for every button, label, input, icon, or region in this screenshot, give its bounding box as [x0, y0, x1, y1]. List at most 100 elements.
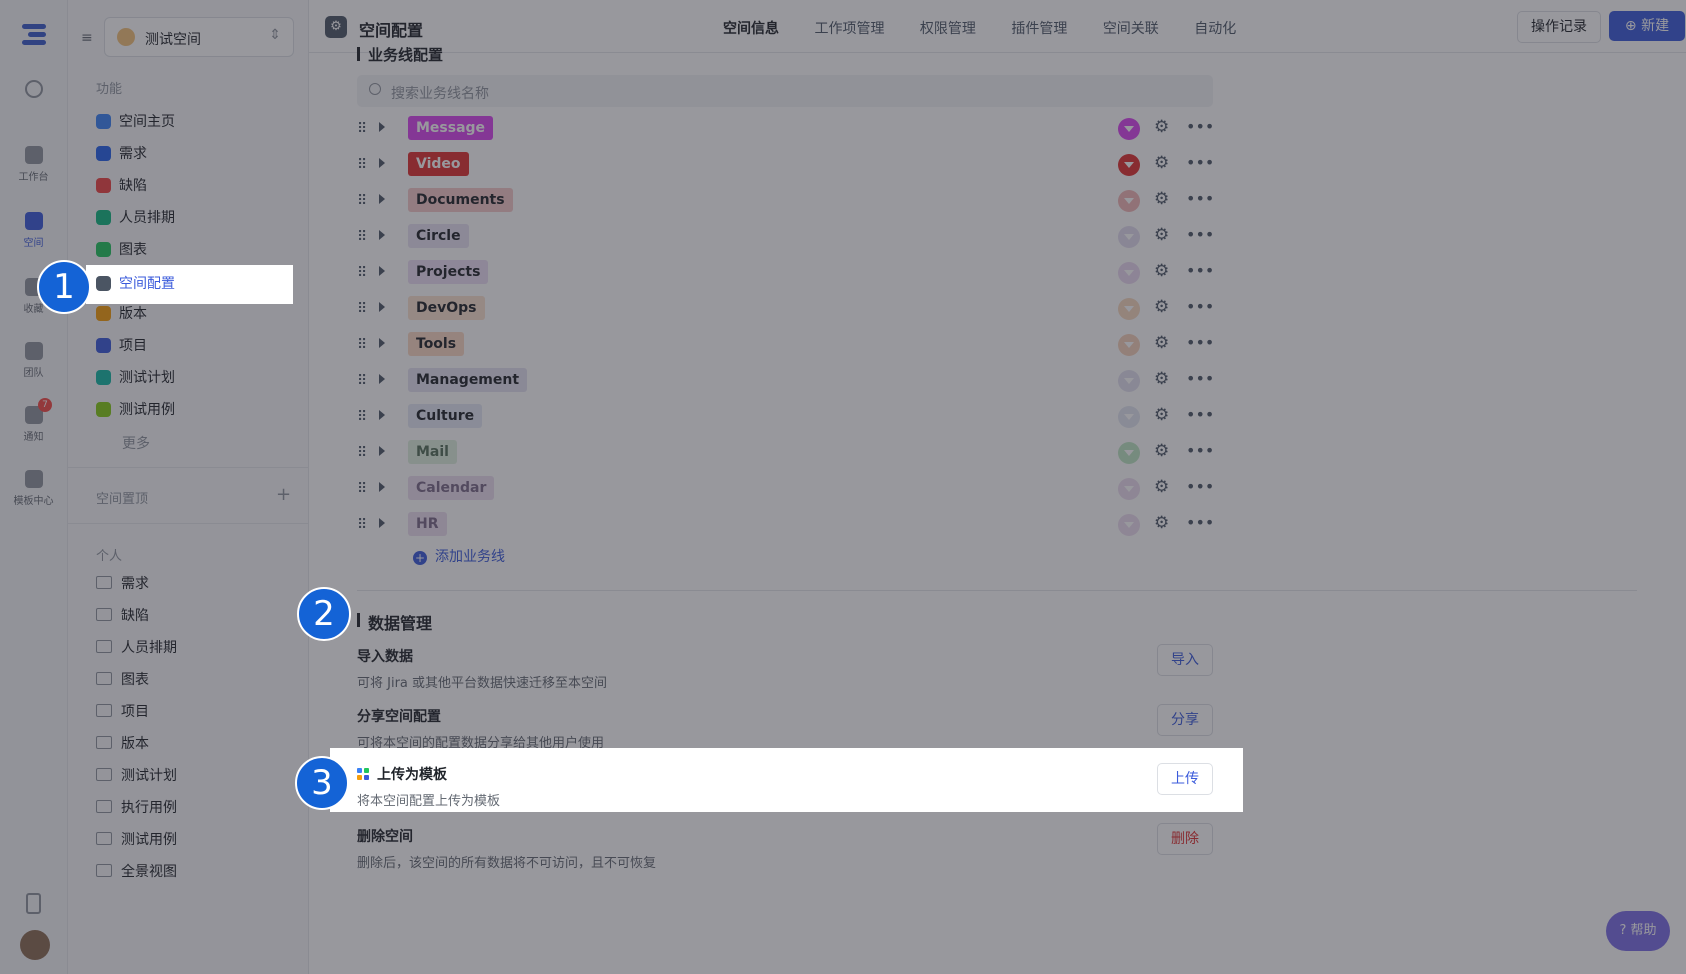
- expand-icon[interactable]: [379, 230, 385, 240]
- tab-space-info[interactable]: 空间信息: [723, 21, 779, 37]
- expand-icon[interactable]: [379, 158, 385, 168]
- more-icon[interactable]: •••: [1186, 405, 1214, 424]
- color-picker-icon[interactable]: [1118, 262, 1140, 284]
- personal-item[interactable]: 图表: [96, 668, 149, 692]
- drag-handle-icon[interactable]: ⠿: [357, 121, 367, 137]
- drag-handle-icon[interactable]: ⠿: [357, 481, 367, 497]
- drag-handle-icon[interactable]: ⠿: [357, 337, 367, 353]
- nav-space-home[interactable]: 空间主页: [96, 110, 175, 134]
- expand-icon[interactable]: [379, 122, 385, 132]
- business-line-row[interactable]: ⠿ Calendar ⚙ •••: [357, 472, 1217, 506]
- more-icon[interactable]: •••: [1186, 441, 1214, 460]
- gear-icon[interactable]: ⚙: [1154, 477, 1169, 497]
- nav-projects[interactable]: 项目: [96, 334, 147, 358]
- color-picker-icon[interactable]: [1118, 370, 1140, 392]
- more-icon[interactable]: •••: [1186, 297, 1214, 316]
- business-line-row[interactable]: ⠿ Tools ⚙ •••: [357, 328, 1217, 362]
- nav-charts[interactable]: 图表: [96, 238, 147, 262]
- more-icon[interactable]: •••: [1186, 513, 1214, 532]
- expand-icon[interactable]: [379, 410, 385, 420]
- gear-icon[interactable]: ⚙: [1154, 369, 1169, 389]
- personal-item[interactable]: 需求: [96, 572, 149, 596]
- personal-item[interactable]: 全景视图: [96, 860, 177, 884]
- import-button[interactable]: 导入: [1157, 644, 1213, 676]
- color-picker-icon[interactable]: [1118, 226, 1140, 248]
- nav-test-cases[interactable]: 测试用例: [96, 398, 175, 422]
- business-line-row[interactable]: ⠿ Message ⚙ •••: [357, 112, 1217, 146]
- gear-icon[interactable]: ⚙: [1154, 225, 1169, 245]
- color-picker-icon[interactable]: [1118, 514, 1140, 536]
- nav-defects[interactable]: 缺陷: [96, 174, 147, 198]
- more-icon[interactable]: •••: [1186, 333, 1214, 352]
- color-picker-icon[interactable]: [1118, 190, 1140, 212]
- expand-icon[interactable]: [379, 338, 385, 348]
- expand-icon[interactable]: [379, 266, 385, 276]
- more-icon[interactable]: •••: [1186, 153, 1214, 172]
- tab-permissions[interactable]: 权限管理: [920, 21, 976, 37]
- more-icon[interactable]: •••: [1186, 477, 1214, 496]
- nav-scheduling[interactable]: 人员排期: [96, 206, 175, 230]
- upload-button[interactable]: 上传: [1157, 763, 1213, 795]
- color-picker-icon[interactable]: [1118, 478, 1140, 500]
- add-pinned-button[interactable]: +: [276, 484, 291, 505]
- gear-icon[interactable]: ⚙: [1154, 117, 1169, 137]
- business-line-row[interactable]: ⠿ Projects ⚙ •••: [357, 256, 1217, 290]
- avatar[interactable]: [20, 930, 50, 960]
- business-line-row[interactable]: ⠿ Mail ⚙ •••: [357, 436, 1217, 470]
- rail-item-workbench[interactable]: 工作台: [0, 146, 67, 183]
- personal-item[interactable]: 版本: [96, 732, 149, 756]
- rail-item-notifications[interactable]: 通知: [0, 406, 67, 443]
- space-selector[interactable]: 测试空间 ⇕: [104, 17, 294, 57]
- color-picker-icon[interactable]: [1118, 334, 1140, 356]
- tab-plugins[interactable]: 插件管理: [1011, 21, 1067, 37]
- tab-space-links[interactable]: 空间关联: [1103, 21, 1159, 37]
- business-line-row[interactable]: ⠿ Management ⚙ •••: [357, 364, 1217, 398]
- color-picker-icon[interactable]: [1118, 406, 1140, 428]
- nav-test-plan[interactable]: 测试计划: [96, 366, 175, 390]
- drag-handle-icon[interactable]: ⠿: [357, 229, 367, 245]
- drag-handle-icon[interactable]: ⠿: [357, 517, 367, 533]
- drag-handle-icon[interactable]: ⠿: [357, 157, 367, 173]
- business-line-row[interactable]: ⠿ Culture ⚙ •••: [357, 400, 1217, 434]
- personal-item[interactable]: 测试用例: [96, 828, 177, 852]
- business-line-row[interactable]: ⠿ DevOps ⚙ •••: [357, 292, 1217, 326]
- rail-search[interactable]: [0, 80, 67, 98]
- nav-requirements[interactable]: 需求: [96, 142, 147, 166]
- rail-item-space[interactable]: 空间: [0, 212, 67, 249]
- drag-handle-icon[interactable]: ⠿: [357, 409, 367, 425]
- nav-version[interactable]: 版本: [96, 302, 147, 326]
- gear-icon[interactable]: ⚙: [1154, 513, 1169, 533]
- expand-icon[interactable]: [379, 446, 385, 456]
- help-button[interactable]: ? 帮助: [1606, 911, 1670, 951]
- nav-space-config[interactable]: 空间配置: [96, 272, 175, 296]
- gear-icon[interactable]: ⚙: [1154, 405, 1169, 425]
- expand-icon[interactable]: [379, 518, 385, 528]
- drag-handle-icon[interactable]: ⠿: [357, 445, 367, 461]
- personal-item[interactable]: 人员排期: [96, 636, 177, 660]
- drag-handle-icon[interactable]: ⠿: [357, 265, 367, 281]
- personal-item[interactable]: 测试计划: [96, 764, 177, 788]
- gear-icon[interactable]: ⚙: [1154, 189, 1169, 209]
- expand-icon[interactable]: [379, 374, 385, 384]
- personal-item[interactable]: 执行用例: [96, 796, 177, 820]
- more-icon[interactable]: •••: [1186, 189, 1214, 208]
- new-button[interactable]: ⊕ 新建: [1609, 11, 1685, 41]
- drag-handle-icon[interactable]: ⠿: [357, 301, 367, 317]
- color-picker-icon[interactable]: [1118, 442, 1140, 464]
- business-line-search-input[interactable]: 搜索业务线名称: [357, 75, 1213, 107]
- drag-handle-icon[interactable]: ⠿: [357, 373, 367, 389]
- more-icon[interactable]: •••: [1186, 225, 1214, 244]
- more-icon[interactable]: •••: [1186, 117, 1214, 136]
- gear-icon[interactable]: ⚙: [1154, 261, 1169, 281]
- gear-icon[interactable]: ⚙: [1154, 153, 1169, 173]
- add-business-line-button[interactable]: + 添加业务线: [413, 546, 505, 566]
- app-logo-icon[interactable]: [22, 24, 46, 48]
- rail-mobile[interactable]: [0, 893, 67, 914]
- business-line-row[interactable]: ⠿ Documents ⚙ •••: [357, 184, 1217, 218]
- business-line-row[interactable]: ⠿ Circle ⚙ •••: [357, 220, 1217, 254]
- personal-item[interactable]: 缺陷: [96, 604, 149, 628]
- business-line-row[interactable]: ⠿ HR ⚙ •••: [357, 508, 1217, 542]
- drag-handle-icon[interactable]: ⠿: [357, 193, 367, 209]
- rail-item-templates[interactable]: 模板中心: [0, 470, 67, 507]
- gear-icon[interactable]: ⚙: [1154, 333, 1169, 353]
